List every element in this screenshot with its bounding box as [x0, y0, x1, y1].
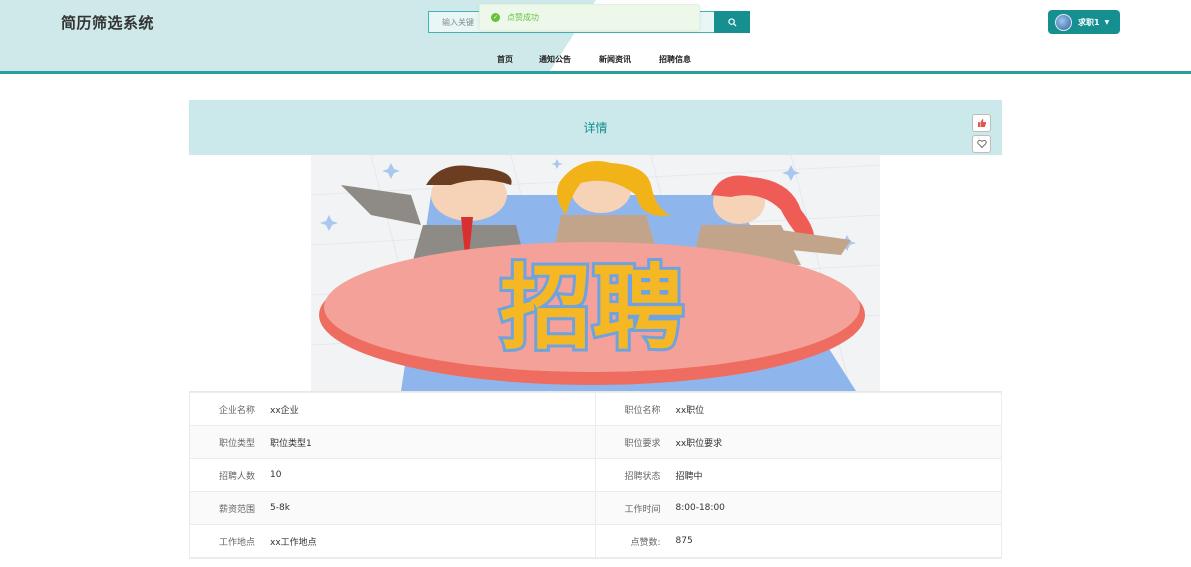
field-label: 招聘人数: [218, 471, 255, 482]
field-label: 工作地点: [218, 537, 255, 548]
check-circle-icon: ✓: [491, 13, 500, 22]
toast-message: 点赞成功: [507, 13, 539, 22]
table-row: 薪资范围 5-8k 工作时间 8:00-18:00: [190, 492, 1001, 525]
main-nav: 首页 通知公告 新闻资讯 招聘信息: [0, 54, 1191, 68]
recruitment-banner-image: 招聘: [311, 155, 880, 391]
user-menu-button[interactable]: 求职1 ▼: [1048, 10, 1120, 34]
nav-item-home[interactable]: 首页: [497, 54, 513, 65]
field-label: 薪资范围: [218, 504, 255, 515]
site-title: 简历筛选系统: [61, 14, 155, 32]
job-info-table: 企业名称 xx企业 职位名称 xx职位 职位类型 职位类型1 职位要求 xx职位…: [189, 392, 1002, 559]
info-cell: 职位类型 职位类型1: [190, 426, 596, 458]
like-button[interactable]: [972, 114, 991, 132]
info-cell: 招聘状态 招聘中: [596, 459, 1002, 491]
table-row: 职位类型 职位类型1 职位要求 xx职位要求: [190, 426, 1001, 459]
field-value: xx职位: [675, 405, 705, 416]
banner-text: 招聘: [500, 255, 684, 362]
info-cell: 工作时间 8:00-18:00: [596, 492, 1002, 524]
search-icon: [727, 17, 737, 27]
info-cell: 招聘人数 10: [190, 459, 596, 491]
nav-item-jobs[interactable]: 招聘信息: [659, 54, 691, 65]
field-label: 企业名称: [218, 405, 255, 416]
detail-card: 详情 招聘 企业名称 xx企业 职位名称 xx职位 职位类型 职位类型1 职位要…: [189, 100, 1002, 567]
heart-icon: [976, 139, 987, 149]
success-toast: ✓ 点赞成功: [479, 4, 700, 31]
table-row: 招聘人数 10 招聘状态 招聘中: [190, 459, 1001, 492]
field-label: 工作时间: [624, 504, 661, 515]
nav-item-news[interactable]: 新闻资讯: [599, 54, 631, 65]
avatar: [1055, 13, 1072, 31]
table-row: 工作地点 xx工作地点 点赞数: 875: [190, 525, 1001, 558]
field-label: 招聘状态: [624, 471, 661, 482]
field-label: 职位要求: [624, 438, 661, 449]
user-name: 求职1: [1078, 17, 1100, 27]
field-value: xx企业: [270, 405, 299, 416]
field-value: xx职位要求: [675, 438, 723, 449]
search-button[interactable]: [714, 11, 750, 33]
field-value: 招聘中: [675, 471, 703, 482]
info-cell: 薪资范围 5-8k: [190, 492, 596, 524]
field-value: 8:00-18:00: [675, 503, 725, 513]
thumbs-up-icon: [977, 119, 986, 127]
table-row: 企业名称 xx企业 职位名称 xx职位: [190, 393, 1001, 426]
info-cell: 职位名称 xx职位: [596, 393, 1002, 425]
chevron-down-icon: ▼: [1104, 18, 1110, 26]
info-cell: 工作地点 xx工作地点: [190, 525, 596, 557]
field-label: 职位名称: [624, 405, 661, 416]
field-label: 职位类型: [218, 438, 255, 449]
detail-title: 详情: [583, 121, 608, 135]
info-cell: 企业名称 xx企业: [190, 393, 596, 425]
field-value: 职位类型1: [270, 438, 312, 449]
field-value: 10: [270, 470, 282, 480]
field-label: 点赞数:: [630, 537, 661, 548]
field-value: 5-8k: [270, 503, 290, 513]
field-value: 875: [675, 536, 693, 546]
info-cell: 职位要求 xx职位要求: [596, 426, 1002, 458]
favorite-button[interactable]: [972, 135, 991, 153]
info-cell: 点赞数: 875: [596, 525, 1002, 557]
nav-item-notices[interactable]: 通知公告: [539, 54, 571, 65]
field-value: xx工作地点: [270, 537, 317, 548]
detail-header: 详情: [189, 100, 1002, 155]
